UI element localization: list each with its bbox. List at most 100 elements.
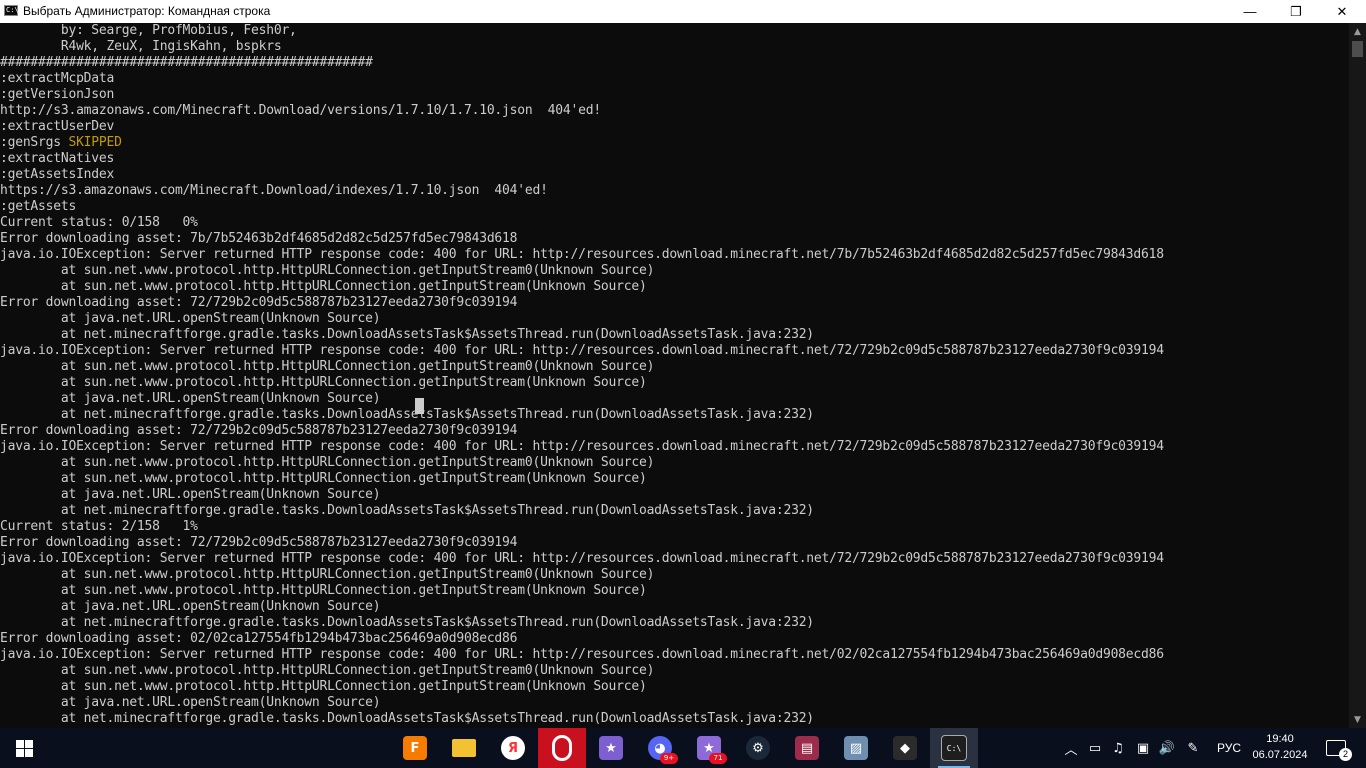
console-line: at net.minecraftforge.gradle.tasks.Downl… [0,711,814,726]
console-line: at net.minecraftforge.gradle.tasks.Downl… [0,615,814,630]
console-line: at sun.net.www.protocol.http.HttpURLConn… [0,279,647,294]
console-line: at sun.net.www.protocol.http.HttpURLConn… [0,263,655,278]
text-cursor [415,398,424,414]
taskbar: F Я ★ ◕ 9+ ★ 71 ⚙ ▤ ▨ ◆ C:\ ︿ ▭ ♫ ▣ 🔊 ✎ … [0,728,1366,768]
console-line: :getVersionJson [0,87,115,102]
window-title-bar[interactable]: C:\ Выбрать Администратор: Командная стр… [0,0,1366,23]
console-line: Current status: 2/158 1% [0,519,198,534]
console-line: at java.net.URL.openStream(Unknown Sourc… [0,311,381,326]
console-line: java.io.IOException: Server returned HTT… [0,647,1164,662]
console-line: Error downloading asset: 72/729b2c09d5c5… [0,535,518,550]
close-button[interactable]: ✕ [1319,0,1365,23]
microphone-icon[interactable]: ♫ [1107,728,1129,768]
taskbar-steam[interactable]: ⚙ [734,728,782,768]
notification-icon: 2 [1326,740,1352,761]
console-line: at sun.net.www.protocol.http.HttpURLConn… [0,567,655,582]
clock-time: 19:40 [1266,733,1294,745]
steam-icon: ⚙ [746,736,770,760]
show-hidden-icons-chevron-icon[interactable]: ︿ [1060,728,1082,768]
console-line: java.io.IOException: Server returned HTT… [0,551,1164,566]
opera-icon [552,735,572,761]
fox-app-icon: ★ 71 [697,736,727,764]
console-line: :getAssets [0,199,77,214]
console-line: at sun.net.www.protocol.http.HttpURLConn… [0,375,647,390]
console-line: java.io.IOException: Server returned HTT… [0,439,1164,454]
console-line: Error downloading asset: 02/02ca127554fb… [0,631,518,646]
discord-icon: ◕ 9+ [648,736,678,764]
console-line: http://s3.amazonaws.com/Minecraft.Downlo… [0,103,601,118]
console-line: at sun.net.www.protocol.http.HttpURLConn… [0,583,647,598]
notification-count: 2 [1339,748,1352,761]
console-line: ########################################… [0,55,373,70]
start-button[interactable] [0,728,48,768]
discord-badge: 9+ [660,753,678,764]
command-prompt-icon: C:\ [4,5,19,16]
taskbar-security[interactable]: ◆ [881,728,929,768]
console-line: :extractMcpData [0,71,115,86]
language-indicator[interactable]: РУС [1210,728,1248,768]
notification-center-button[interactable]: 2 [1314,728,1358,768]
console-line: at java.net.URL.openStream(Unknown Sourc… [0,487,381,502]
console-line-gensrgs: :genSrgs SKIPPED [0,135,122,151]
console-line: java.io.IOException: Server returned HTT… [0,247,1164,262]
console-line: at sun.net.www.protocol.http.HttpURLConn… [0,663,655,678]
console-line: :extractUserDev [0,119,115,134]
command-prompt-icon: C:\ [941,735,967,761]
photos-icon: ▨ [844,736,868,760]
console-line: at net.minecraftforge.gradle.tasks.Downl… [0,503,814,518]
taskbar-opera[interactable] [538,728,586,768]
security-icon: ◆ [893,736,917,760]
window-title: Выбрать Администратор: Командная строка [23,4,271,18]
console-line: at java.net.URL.openStream(Unknown Sourc… [0,391,381,406]
scroll-up-arrow-icon[interactable]: ▲ [1349,23,1366,40]
console-line: java.io.IOException: Server returned HTT… [0,343,1164,358]
console-line: at net.minecraftforge.gradle.tasks.Downl… [0,327,814,342]
console-line: at java.net.URL.openStream(Unknown Sourc… [0,695,381,710]
volume-icon[interactable]: 🔊 [1156,728,1178,768]
console-line: https://s3.amazonaws.com/Minecraft.Downl… [0,183,548,198]
scroll-down-arrow-icon[interactable]: ▼ [1349,711,1366,728]
task-name: :genSrgs [0,135,69,150]
console-line: by: Searge, ProfMobius, Fesh0r, [0,23,297,38]
taskbar-photos[interactable]: ▨ [832,728,880,768]
taskbar-command-prompt[interactable]: C:\ [930,728,978,768]
taskbar-winrar[interactable]: ▤ [783,728,831,768]
fl-studio-icon: F [403,736,427,760]
console-line: at java.net.URL.openStream(Unknown Sourc… [0,599,381,614]
maximize-button[interactable]: ❐ [1273,0,1319,23]
yandex-browser-icon: Я [501,736,525,760]
console-line: Error downloading asset: 7b/7b52463b2df4… [0,231,518,246]
console-line: at sun.net.www.protocol.http.HttpURLConn… [0,471,647,486]
skipped-label: SKIPPED [68,135,122,150]
clock-date: 06.07.2024 [1252,749,1308,761]
console-line: R4wk, ZeuX, IngisKahn, bspkrs [0,39,282,54]
console-output[interactable]: by: Searge, ProfMobius, Fesh0r, R4wk, Ze… [0,23,1349,728]
network-icon[interactable]: ▣ [1132,728,1154,768]
taskbar-file-explorer[interactable] [440,728,488,768]
pen-icon[interactable]: ✎ [1182,728,1204,768]
taskbar-discord[interactable]: ◕ 9+ [636,728,684,768]
taskbar-fox-app[interactable]: ★ 71 [685,728,733,768]
vertical-scrollbar[interactable]: ▲ ▼ [1349,23,1366,728]
taskbar-chat-app[interactable]: ★ [587,728,635,768]
taskbar-yandex-browser[interactable]: Я [489,728,537,768]
scroll-thumb[interactable] [1352,41,1363,57]
console-line: Error downloading asset: 72/729b2c09d5c5… [0,295,518,310]
taskbar-fl-studio[interactable]: F [391,728,439,768]
winrar-icon: ▤ [795,736,819,760]
console-line: at net.minecraftforge.gradle.tasks.Downl… [0,407,814,422]
app-icon-text: C:\ [6,6,19,14]
console-line: at sun.net.www.protocol.http.HttpURLConn… [0,455,655,470]
console-line: at sun.net.www.protocol.http.HttpURLConn… [0,359,655,374]
console-line: Current status: 0/158 0% [0,215,198,230]
chat-app-icon: ★ [599,736,623,760]
fox-app-badge: 71 [709,753,727,764]
file-explorer-icon [452,739,476,757]
console-line: :getAssetsIndex [0,167,115,182]
console-line: Error downloading asset: 72/729b2c09d5c5… [0,423,518,438]
tray-device-icon[interactable]: ▭ [1084,728,1106,768]
console-line: at sun.net.www.protocol.http.HttpURLConn… [0,679,647,694]
console-line: :extractNatives [0,151,115,166]
minimize-button[interactable]: — [1227,0,1273,23]
clock[interactable]: 19:40 06.07.2024 [1252,728,1308,768]
